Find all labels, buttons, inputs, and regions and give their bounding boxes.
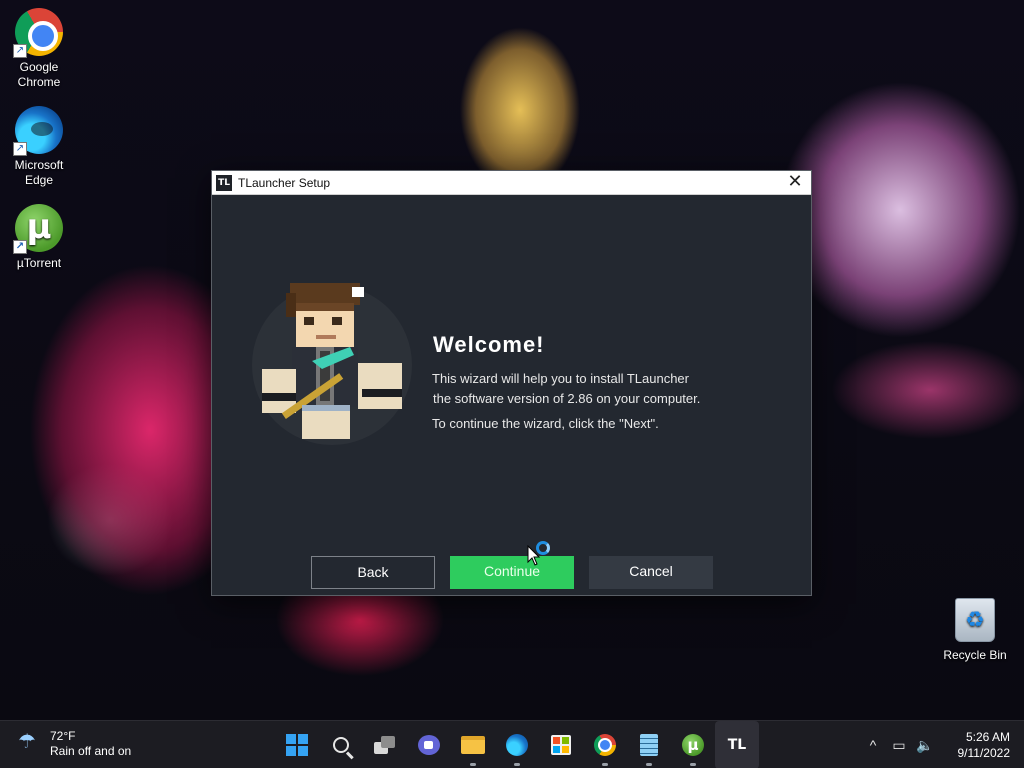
minecraft-character-illustration [252, 283, 412, 445]
chat-icon [418, 735, 440, 755]
desktop-icon-chrome[interactable]: ↗ Google Chrome [1, 8, 77, 90]
desktop-icon-recycle-bin[interactable]: ♻ Recycle Bin [937, 598, 1013, 663]
welcome-description: This wizard will help you to install TLa… [432, 369, 752, 409]
chrome-icon: ↗ [13, 8, 63, 58]
volume-muted-icon[interactable]: 🔈 [912, 737, 938, 754]
description-line: This wizard will help you to install TLa… [432, 371, 689, 386]
shortcut-arrow-icon: ↗ [13, 240, 27, 254]
weather-text: 72°F Rain off and on [50, 729, 131, 759]
taskbar-tlauncher[interactable]: TL [715, 721, 759, 768]
close-button[interactable]: ✕ [779, 171, 811, 194]
system-tray: ^ ▭ 🔈 5:26 AM 9/11/2022 [860, 721, 1024, 768]
taskbar-store[interactable] [539, 721, 583, 768]
description-line: the software version of 2.86 on your com… [433, 391, 701, 406]
taskbar-utorrent[interactable]: µ [671, 721, 715, 768]
weather-temperature: 72°F [50, 729, 76, 743]
desktop-icon-label: Recycle Bin [943, 648, 1007, 662]
desktop-icon-label: Google [19, 60, 59, 74]
taskbar-file-explorer[interactable] [451, 721, 495, 768]
continue-hint: To continue the wizard, click the "Next"… [432, 416, 659, 431]
window-body: Welcome! This wizard will help you to in… [212, 195, 811, 595]
desktop-icon-label: µTorrent [16, 256, 62, 270]
welcome-heading: Welcome! [433, 332, 545, 357]
continue-button[interactable]: Continue [450, 556, 574, 589]
task-view-icon [374, 736, 396, 754]
clock-date: 9/11/2022 [957, 746, 1011, 760]
clock[interactable]: 5:26 AM 9/11/2022 [944, 729, 1024, 761]
cancel-button[interactable]: Cancel [589, 556, 713, 589]
store-icon [551, 735, 571, 755]
tlauncher-setup-window: TL TLauncher Setup ✕ Welcome! This wizar… [211, 170, 812, 596]
clock-time: 5:26 AM [965, 730, 1010, 744]
chrome-icon [594, 734, 616, 756]
weather-condition: Rain off and on [50, 744, 132, 758]
utorrent-icon: µ ↗ [13, 204, 63, 254]
rain-umbrella-icon: ☂ [18, 731, 36, 753]
window-title: TLauncher Setup [238, 175, 331, 190]
taskbar-task-view[interactable] [363, 721, 407, 768]
desktop-icon-label: Edge [24, 173, 54, 187]
taskbar-notepad[interactable] [627, 721, 671, 768]
tlauncher-icon: TL [727, 737, 747, 753]
taskbar-edge[interactable] [495, 721, 539, 768]
shortcut-arrow-icon: ↗ [13, 142, 27, 156]
utorrent-icon: µ [682, 734, 704, 756]
desktop-icon-label: Chrome [17, 75, 61, 89]
taskbar-apps: µ TL [275, 721, 759, 768]
edge-icon [506, 734, 528, 756]
taskbar-search[interactable] [319, 721, 363, 768]
windows-start-icon [286, 734, 308, 756]
folder-icon [461, 736, 485, 754]
show-hidden-icons-chevron-icon[interactable]: ^ [860, 737, 886, 753]
desktop-icon-label: Microsoft [14, 158, 64, 172]
mouse-cursor-icon [527, 545, 541, 566]
window-titlebar[interactable]: TL TLauncher Setup ✕ [212, 171, 811, 195]
taskbar: ☂ 72°F Rain off and on µ TL ^ ▭ 🔈 5:26 A… [0, 720, 1024, 768]
weather-widget[interactable]: ☂ 72°F Rain off and on [18, 729, 131, 759]
recycle-bin-icon: ♻ [955, 598, 995, 642]
taskbar-chat[interactable] [407, 721, 451, 768]
search-icon [333, 737, 349, 753]
desktop-icon-edge[interactable]: ↗ Microsoft Edge [1, 106, 77, 188]
back-button[interactable]: Back [311, 556, 435, 589]
notepad-icon [640, 734, 658, 756]
tlauncher-icon: TL [216, 174, 232, 191]
desktop-icon-utorrent[interactable]: µ ↗ µTorrent [1, 204, 77, 271]
network-icon[interactable]: ▭ [886, 737, 912, 754]
shortcut-arrow-icon: ↗ [13, 44, 27, 58]
edge-icon: ↗ [13, 106, 63, 156]
taskbar-chrome[interactable] [583, 721, 627, 768]
taskbar-start[interactable] [275, 721, 319, 768]
